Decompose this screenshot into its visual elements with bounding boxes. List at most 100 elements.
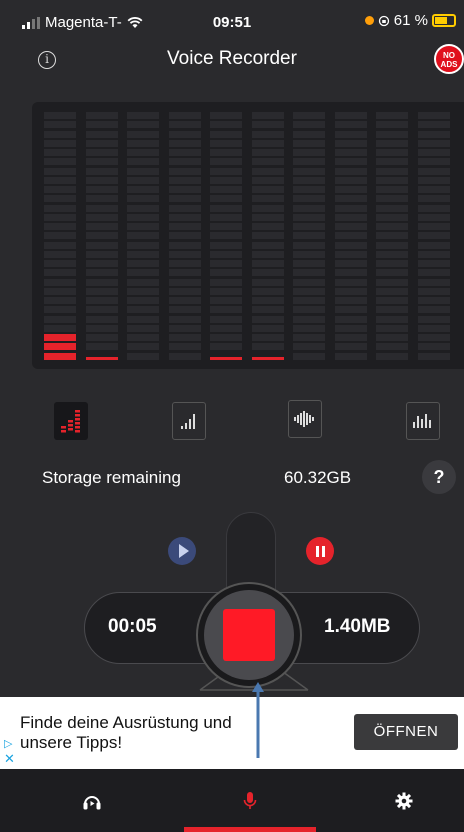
meter-column [293,112,325,362]
tab-settings[interactable] [344,769,464,832]
meter-cell [85,167,118,175]
meter-cell [293,334,325,341]
meter-cell [210,287,242,295]
meter-cell [251,356,284,360]
meter-cell [210,324,242,332]
meter-cell [85,186,118,193]
meter-cell [293,186,325,193]
meter-cell [251,223,284,230]
meter-cell [251,260,284,267]
meter-cell [210,269,242,277]
meter-cell [44,306,76,314]
meter-cell [127,121,159,129]
meter-cell [251,213,284,221]
meter-cell [168,232,201,240]
meter-column [376,112,408,362]
meter-cell [376,352,408,360]
play-button[interactable] [168,537,196,565]
meter-cell [334,149,367,156]
meter-column [251,112,284,362]
meter-cell [417,213,450,221]
storage-label: Storage remaining [42,468,181,487]
meter-cell [417,195,450,203]
meter-cell [334,241,367,249]
microphone-icon [243,791,257,809]
meter-cell [293,343,325,351]
mode-waveform-button[interactable] [288,400,322,438]
meter-cell [293,130,325,138]
meter-column [168,112,201,362]
meter-cell [44,149,76,156]
tab-recorder[interactable] [190,769,310,832]
stop-button[interactable] [223,609,275,661]
meter-cell [417,315,450,323]
meter-cell [168,260,201,267]
ad-choices-icon[interactable]: ▷ [4,737,12,750]
meter-cell [127,343,159,351]
meter-column [85,112,118,362]
meter-cell [127,167,159,175]
mode-spectrum-button[interactable] [406,402,440,440]
meter-cell [293,250,325,258]
meter-cell [293,149,325,156]
meter-cell [334,269,367,277]
pause-button[interactable] [306,537,334,565]
meter-cell [210,167,242,175]
meter-cell [417,269,450,277]
meter-cell [44,204,76,212]
meter-cell [44,213,76,221]
meter-cell [127,213,159,221]
meter-cell [127,176,159,184]
meter-cell [376,223,408,230]
meter-cell [85,121,118,129]
meter-cell [376,315,408,323]
orientation-lock-icon [378,15,389,26]
meter-cell [168,139,201,147]
meter-cell [168,269,201,277]
meter-cell [417,139,450,147]
ad-banner[interactable]: Finde deine Ausrüstung und unsere Tipps!… [0,697,464,769]
help-button[interactable]: ? [422,460,456,494]
meter-column [417,112,450,362]
meter-cell [417,297,450,304]
meter-column [127,112,159,362]
meter-cell [168,130,201,138]
meter-cell [168,343,201,351]
meter-cell [210,343,242,351]
meter-cell [417,204,450,212]
headphones-icon [83,795,101,809]
mode-signal-bars-button[interactable] [172,402,206,440]
meter-cell [85,315,118,323]
mode-bar-meter-button[interactable] [54,402,88,440]
meter-cell [85,306,118,314]
meter-cell [417,343,450,351]
meter-cell [127,324,159,332]
meter-cell [293,260,325,267]
meter-cell [293,278,325,286]
meter-cell [334,213,367,221]
meter-cell [251,121,284,129]
waveform-icon [294,411,314,427]
meter-column [334,112,367,362]
meter-cell [376,149,408,156]
gear-icon [395,792,413,809]
meter-cell [376,121,408,129]
meter-cell [168,324,201,332]
meter-cell [376,130,408,138]
ad-close-icon[interactable]: ✕ [4,751,15,767]
meter-cell [210,186,242,193]
meter-cell [127,269,159,277]
meter-cell [127,232,159,240]
ad-open-button[interactable]: ÖFFNEN [354,714,458,750]
tab-player[interactable] [32,769,152,832]
meter-cell [376,213,408,221]
meter-cell [168,112,201,119]
meter-cell [293,139,325,147]
meter-cell [44,176,76,184]
meter-cell [85,139,118,147]
meter-cell [293,121,325,129]
no-ads-button[interactable]: NO ADS [434,44,464,74]
meter-cell [85,158,118,166]
meter-cell [334,297,367,304]
meter-cell [334,204,367,212]
